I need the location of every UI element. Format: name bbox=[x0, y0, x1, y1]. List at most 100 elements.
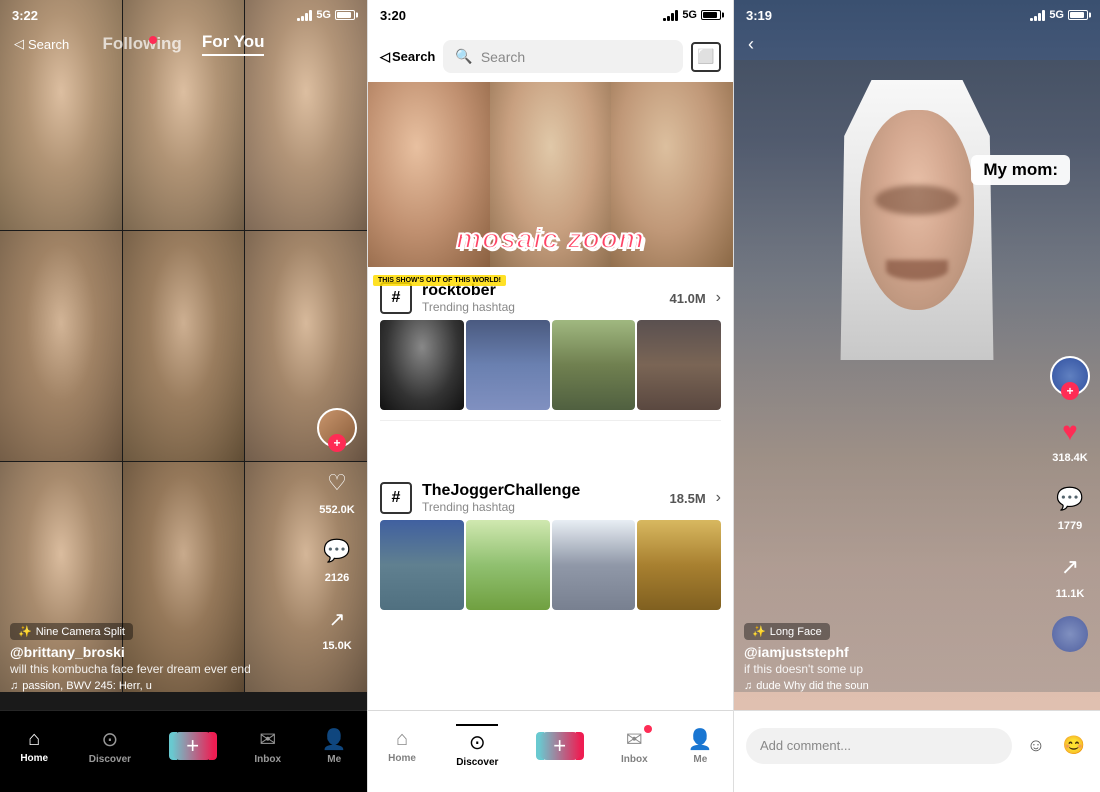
comment-count-p1: 2126 bbox=[325, 572, 349, 584]
time-p1: 3:22 bbox=[12, 8, 38, 23]
search-bar-p2: ◁ Search 🔍 Search ⬜ bbox=[368, 32, 733, 81]
nav-me-p2[interactable]: 👤 Me bbox=[688, 727, 713, 765]
add-button-p2[interactable]: + bbox=[539, 732, 581, 760]
jogger-thumbs bbox=[368, 520, 733, 620]
like-btn-p1[interactable]: ♡ 552.0K bbox=[318, 464, 356, 516]
avatar-btn-p3[interactable]: + bbox=[1050, 356, 1090, 396]
follow-plus-p1: + bbox=[328, 434, 346, 452]
username-p3[interactable]: @iamjuststephf bbox=[744, 644, 1040, 660]
more-btn-p3[interactable] bbox=[1052, 616, 1088, 652]
avatar-p3: + bbox=[1050, 356, 1090, 396]
status-bar-p1: 3:22 5G bbox=[0, 0, 367, 30]
search-placeholder: Search bbox=[481, 49, 525, 65]
comment-icon-p1: 💬 bbox=[318, 532, 356, 570]
network-p1: 5G bbox=[316, 9, 331, 21]
jogger-info: TheJoggerChallenge Trending hashtag bbox=[422, 482, 660, 514]
nav-add-p2[interactable]: + bbox=[539, 732, 581, 760]
home-icon-p1: ⌂ bbox=[28, 728, 40, 751]
top-nav-p1: ◁ Search Following For You bbox=[0, 32, 367, 56]
username-p1[interactable]: @brittany_broski bbox=[10, 644, 307, 660]
caption-p1: will this kombucha face fever dream ever… bbox=[10, 662, 307, 676]
signal-p2 bbox=[663, 9, 678, 21]
mosaic-title: mosaic zoom bbox=[368, 223, 733, 255]
jogger-thumb-1[interactable] bbox=[380, 520, 464, 610]
back-button-p3[interactable]: ‹ bbox=[748, 34, 754, 55]
effect-icon-p1: ✨ bbox=[18, 625, 32, 638]
caption-p3: if this doesn't some up bbox=[744, 662, 1040, 676]
home-label-p2: Home bbox=[388, 753, 416, 764]
scan-icon[interactable]: ⬜ bbox=[691, 42, 721, 72]
panel-tiktok-video: My mom: 3:19 5G ‹ + ♥ 318.4K bbox=[734, 0, 1100, 792]
rocktober-count: 41.0M bbox=[670, 291, 706, 306]
rocktober-thumb-1[interactable]: THIS SHOW'S OUT OF THIS WORLD! bbox=[380, 320, 464, 410]
comment-btn-p1[interactable]: 💬 2126 bbox=[318, 532, 356, 584]
hashtag-jogger: # TheJoggerChallenge Trending hashtag 18… bbox=[368, 470, 733, 620]
viewer-avatar-p3 bbox=[1052, 616, 1088, 652]
heart-icon-p1: ♡ bbox=[318, 464, 356, 502]
back-button-p2[interactable]: ◁ Search bbox=[380, 49, 435, 65]
add-icon-p2: + bbox=[553, 733, 566, 759]
effect-icon-p3: ✨ bbox=[752, 625, 766, 638]
side-actions-p1: + ♡ 552.0K 💬 2126 ↗ 15.0K bbox=[317, 408, 357, 652]
foryou-tab[interactable]: For You bbox=[202, 32, 265, 56]
share-btn-p1[interactable]: ↗ 15.0K bbox=[318, 600, 356, 652]
like-count-p3: 318.4K bbox=[1052, 452, 1087, 464]
sticker-icon-p3[interactable]: 😊 bbox=[1060, 732, 1088, 760]
effect-badge-p3: ✨ Long Face bbox=[744, 623, 830, 640]
status-icons-p1: 5G bbox=[297, 9, 355, 21]
mosaic-banner[interactable]: mosaic zoom bbox=[368, 82, 733, 267]
comment-count-p3: 1779 bbox=[1058, 520, 1082, 532]
hashtag-rocktober: # rocktober Trending hashtag 41.0M › THI… bbox=[368, 270, 733, 421]
like-btn-p3[interactable]: ♥ 318.4K bbox=[1051, 412, 1089, 464]
status-bar-p3: 3:19 5G bbox=[734, 0, 1100, 30]
follow-plus-p3: + bbox=[1061, 382, 1079, 400]
inbox-icon-p1: ✉ bbox=[259, 727, 276, 752]
back-button-p1[interactable]: ◁ Search bbox=[14, 36, 69, 52]
emoji-icon-p3[interactable]: ☺ bbox=[1022, 732, 1050, 760]
music-note-icon-p3: ♫ bbox=[744, 680, 752, 692]
nav-discover-p1[interactable]: ⊙ Discover bbox=[89, 727, 131, 765]
music-p1: ♫ passion, BWV 245: Herr, u bbox=[10, 680, 307, 692]
jogger-thumb-4[interactable] bbox=[637, 520, 721, 610]
nav-discover-p2[interactable]: ⊙ Discover bbox=[456, 724, 498, 768]
jogger-name[interactable]: TheJoggerChallenge bbox=[422, 482, 660, 500]
home-label-p1: Home bbox=[20, 753, 48, 764]
rocktober-thumb-3[interactable] bbox=[552, 320, 636, 410]
discover-icon-p1: ⊙ bbox=[102, 727, 119, 752]
nav-home-p1[interactable]: ⌂ Home bbox=[20, 728, 48, 764]
status-icons-p2: 5G bbox=[663, 9, 721, 21]
nav-home-p2[interactable]: ⌂ Home bbox=[388, 728, 416, 764]
add-button-p1[interactable]: + bbox=[172, 732, 214, 760]
avatar-btn-p1[interactable]: + bbox=[317, 408, 357, 448]
nav-inbox-p1[interactable]: ✉ Inbox bbox=[254, 727, 281, 765]
side-actions-p3: + ♥ 318.4K 💬 1779 ↗ 11.1K bbox=[1050, 356, 1090, 652]
me-icon-p1: 👤 bbox=[322, 727, 347, 752]
nav-me-p1[interactable]: 👤 Me bbox=[322, 727, 347, 765]
battery-p3 bbox=[1068, 10, 1088, 20]
inbox-icon-p2: ✉ bbox=[626, 727, 643, 752]
nav-inbox-p2[interactable]: ✉ Inbox bbox=[621, 727, 648, 765]
search-input-wrap[interactable]: 🔍 Search bbox=[443, 40, 683, 73]
video-cell-5[interactable] bbox=[123, 231, 245, 461]
network-p2: 5G bbox=[682, 9, 697, 21]
comment-btn-p3[interactable]: 💬 1779 bbox=[1051, 480, 1089, 532]
comment-input-p3[interactable]: Add comment... bbox=[746, 728, 1012, 764]
video-cell-4[interactable] bbox=[0, 231, 122, 461]
me-label-p2: Me bbox=[693, 754, 707, 765]
rocktober-info: rocktober Trending hashtag bbox=[422, 282, 660, 314]
rocktober-thumb-2[interactable] bbox=[466, 320, 550, 410]
discover-icon-p2: ⊙ bbox=[469, 730, 486, 755]
comment-icon-p3: 💬 bbox=[1051, 480, 1089, 518]
share-btn-p3[interactable]: ↗ 11.1K bbox=[1051, 548, 1089, 600]
rocktober-thumb-4[interactable] bbox=[637, 320, 721, 410]
nav-add-p1[interactable]: + bbox=[172, 732, 214, 760]
jogger-thumb-2[interactable] bbox=[466, 520, 550, 610]
network-p3: 5G bbox=[1049, 9, 1064, 21]
share-icon-p1: ↗ bbox=[318, 600, 356, 638]
music-text-p1: passion, BWV 245: Herr, u bbox=[22, 680, 152, 692]
following-tab[interactable]: Following bbox=[103, 34, 182, 54]
inbox-label-p2: Inbox bbox=[621, 754, 648, 765]
add-icon-p1: + bbox=[186, 733, 199, 759]
rocktober-thumbs: THIS SHOW'S OUT OF THIS WORLD! bbox=[368, 320, 733, 420]
jogger-thumb-3[interactable] bbox=[552, 520, 636, 610]
